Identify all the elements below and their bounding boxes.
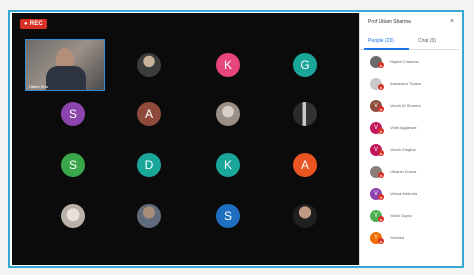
participant-body (46, 66, 86, 90)
status-badge: ● (378, 150, 384, 156)
participant-row[interactable]: V ● Vidhi Aggarwal (368, 121, 456, 135)
active-tab-indicator (364, 48, 409, 50)
participant-row[interactable]: ● Utkarsh Kumar (368, 165, 456, 179)
participant-tile-3[interactable]: G (293, 53, 317, 77)
participant-tile-13[interactable] (137, 204, 161, 228)
participant-name: Yashi Gupta (390, 213, 412, 218)
participant-name: Utkarsh Kumar (390, 169, 417, 174)
participant-tile-15[interactable] (293, 204, 317, 228)
participant-name: Vansh Singhal (390, 147, 416, 152)
status-badge: ● (378, 216, 384, 222)
participant-row[interactable]: V ● Vansh M Sharma (368, 99, 456, 113)
participant-tile-14[interactable]: S (216, 204, 240, 228)
people-panel: Prof Uttam Sharma × People (23) Chat (0)… (359, 13, 459, 265)
self-video-tile[interactable]: Uttam Sha (25, 39, 105, 91)
participant-name: Vansh M Sharma (390, 103, 421, 108)
status-badge: ● (378, 128, 384, 134)
status-badge: ● (378, 238, 384, 244)
tab-chat[interactable]: Chat (0) (418, 38, 436, 44)
participant-tile-4[interactable]: S (61, 102, 85, 126)
panel-title: Prof Uttam Sharma (368, 19, 411, 25)
status-badge: ● (378, 172, 384, 178)
participant-name: Vidhi Aggarwal (390, 125, 417, 130)
participant-row[interactable]: ● Nayha Chauhan (368, 55, 456, 69)
participant-name: Aakansha Thakur (390, 81, 422, 86)
status-badge: ● (378, 194, 384, 200)
participant-row[interactable]: V ● Veena Mehrota (368, 187, 456, 201)
participant-tile-10[interactable]: K (216, 153, 240, 177)
participant-tile-6[interactable] (216, 102, 240, 126)
participant-name: Yashika (390, 235, 404, 240)
tab-people[interactable]: People (23) (368, 38, 394, 44)
participant-tile-11[interactable]: A (293, 153, 317, 177)
participant-row[interactable]: Y ● Yashika (368, 231, 456, 245)
close-icon[interactable]: × (450, 18, 454, 25)
participant-tile-8[interactable]: S (61, 153, 85, 177)
participant-tile-5[interactable]: A (137, 102, 161, 126)
participant-name: Nayha Chauhan (390, 59, 419, 64)
participant-row[interactable]: ● Aakansha Thakur (368, 77, 456, 91)
video-grid: ● REC Uttam Sha K G S A S D K A S (12, 13, 359, 265)
meeting-window: ● REC Uttam Sha K G S A S D K A S Prof U… (12, 13, 459, 265)
status-badge: ● (378, 62, 384, 68)
participant-row[interactable]: Y ● Yashi Gupta (368, 209, 456, 223)
participant-row[interactable]: V ● Vansh Singhal (368, 143, 456, 157)
participant-tile-12[interactable] (61, 204, 85, 228)
participant-name: Veena Mehrota (390, 191, 418, 196)
participant-tile-1[interactable] (137, 53, 161, 77)
participant-tile-7[interactable] (293, 102, 317, 126)
self-video-name: Uttam Sha (29, 84, 48, 89)
recording-badge: ● REC (20, 19, 47, 29)
participant-tile-9[interactable]: D (137, 153, 161, 177)
participant-tile-2[interactable]: K (216, 53, 240, 77)
status-badge: ● (378, 84, 384, 90)
status-badge: ● (378, 106, 384, 112)
panel-tabs: People (23) Chat (0) (360, 35, 459, 50)
